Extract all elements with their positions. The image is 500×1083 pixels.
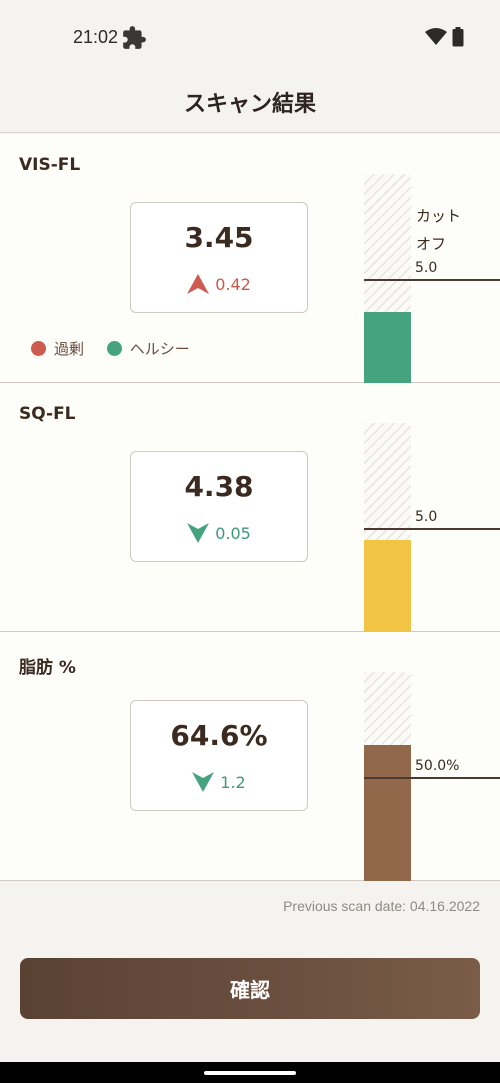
value-text: 3.45 (184, 221, 254, 254)
section-title: 脂肪 % (19, 658, 76, 678)
cutoff-value: 5.0 (415, 260, 438, 276)
confirm-button[interactable]: 確認 (20, 958, 480, 1019)
delta-value: 1.2 (220, 773, 246, 792)
previous-scan-date: Previous scan date: 04.16.2022 (283, 898, 480, 914)
app-header: スキャン結果 (0, 70, 500, 133)
value-card: 4.38 0.05 (130, 451, 308, 562)
status-time: 21:02 (73, 27, 119, 47)
value-text: 4.38 (184, 470, 254, 503)
page-title: スキャン結果 (183, 92, 316, 117)
legend-label: ヘルシー (129, 340, 190, 358)
cutoff-label: カットオフ (416, 207, 462, 253)
value-card: 3.45 0.42 (130, 202, 308, 313)
arrow-up-icon (187, 274, 210, 294)
section-sq-fl: SQ-FL 4.38 0.05 5.0 (0, 383, 500, 632)
level-bar-fill (364, 540, 411, 632)
legend-item-excess: 過剰 (31, 338, 84, 359)
cutoff-value: 5.0 (415, 509, 438, 525)
puzzle-icon (123, 26, 146, 49)
delta-value: 0.42 (215, 275, 251, 294)
section-vis-fl: VIS-FL 3.45 0.42 過剰 ヘルシー カットオフ 5.0 (0, 134, 500, 383)
arrow-down-icon (192, 772, 215, 792)
cutoff-line (364, 279, 500, 281)
delta-row: 0.42 (131, 274, 307, 294)
value-text: 64.6% (170, 719, 268, 752)
wifi-icon (425, 28, 447, 45)
battery-icon (452, 27, 464, 47)
section-fat-percent: 脂肪 % 64.6% 1.2 50.0% (0, 632, 500, 881)
section-title: SQ-FL (19, 404, 76, 424)
legend-dot (31, 341, 46, 356)
legend-label: 過剰 (54, 340, 85, 358)
cutoff-value: 50.0% (415, 758, 460, 774)
section-title: VIS-FL (19, 155, 81, 175)
cutoff-line (364, 528, 500, 530)
level-bar-fill (364, 312, 411, 383)
navigation-bar (0, 1062, 500, 1083)
value-card: 64.6% 1.2 (130, 700, 308, 811)
level-bar-fill (364, 745, 411, 881)
home-indicator[interactable] (204, 1071, 296, 1075)
legend-item-healthy: ヘルシー (106, 338, 190, 359)
delta-value: 0.05 (215, 524, 251, 543)
delta-row: 1.2 (131, 772, 307, 792)
legend: 過剰 ヘルシー (31, 338, 208, 359)
status-bar: 21:02 (0, 0, 500, 70)
delta-row: 0.05 (131, 523, 307, 543)
arrow-down-icon (187, 523, 210, 543)
legend-dot (106, 341, 122, 356)
cutoff-line (364, 777, 500, 779)
